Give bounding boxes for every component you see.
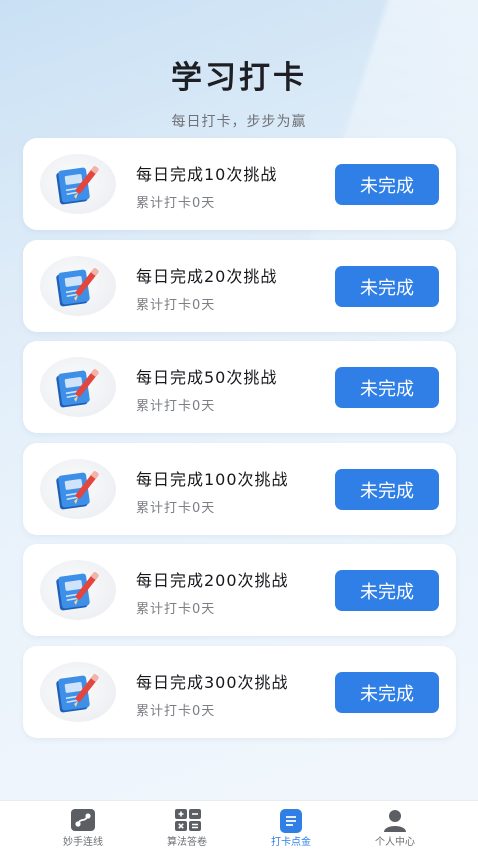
status-button[interactable]: 未完成 — [335, 266, 439, 307]
tab-checkin[interactable]: 打卡点金 — [241, 801, 341, 850]
challenge-card: 每日完成20次挑战累计打卡0天 未完成 — [23, 240, 456, 332]
tab-label: 个人中心 — [375, 837, 415, 848]
link-icon — [71, 809, 95, 835]
checkin-count: 累计打卡0天 — [136, 602, 216, 617]
notebook-icon — [40, 560, 116, 620]
checkin-count: 累计打卡0天 — [136, 501, 216, 516]
challenge-card: 每日完成50次挑战累计打卡0天 未完成 — [23, 341, 456, 433]
notebook-icon — [40, 662, 116, 722]
notebook-icon — [40, 256, 116, 316]
challenge-title: 每日完成20次挑战 — [136, 267, 278, 286]
challenge-title: 每日完成100次挑战 — [136, 470, 289, 489]
tab-algorithm-quiz[interactable]: 算法答卷 — [137, 801, 237, 850]
tab-label: 妙手连线 — [63, 837, 103, 848]
challenge-title: 每日完成200次挑战 — [136, 571, 289, 590]
tab-link-game[interactable]: 妙手连线 — [33, 801, 133, 850]
notebook-icon — [40, 154, 116, 214]
calculator-icon — [175, 809, 201, 835]
challenge-title: 每日完成10次挑战 — [136, 165, 278, 184]
checkin-count: 累计打卡0天 — [136, 298, 216, 313]
tab-label: 打卡点金 — [271, 837, 311, 848]
checkin-count: 累计打卡0天 — [136, 196, 216, 211]
status-button[interactable]: 未完成 — [335, 469, 439, 510]
page-title: 学习打卡 — [171, 60, 307, 96]
checkin-count: 累计打卡0天 — [136, 704, 216, 719]
page-header: 学习打卡 每日打卡，步步为赢 — [0, 52, 478, 131]
challenge-card: 每日完成200次挑战累计打卡0天 未完成 — [23, 544, 456, 636]
status-button[interactable]: 未完成 — [335, 570, 439, 611]
challenge-card: 每日完成100次挑战累计打卡0天 未完成 — [23, 443, 456, 535]
status-button[interactable]: 未完成 — [335, 367, 439, 408]
status-button[interactable]: 未完成 — [335, 164, 439, 205]
challenge-card: 每日完成10次挑战累计打卡0天 未完成 — [23, 138, 456, 230]
status-button[interactable]: 未完成 — [335, 672, 439, 713]
checkin-count: 累计打卡0天 — [136, 399, 216, 414]
tab-label: 算法答卷 — [167, 837, 207, 848]
page-subtitle: 每日打卡，步步为赢 — [171, 114, 307, 130]
challenge-title: 每日完成300次挑战 — [136, 673, 289, 692]
bottom-tab-bar: 妙手连线 算法答卷 打卡点金 个人中心 — [0, 800, 478, 850]
notebook-icon — [40, 357, 116, 417]
challenge-title: 每日完成50次挑战 — [136, 368, 278, 387]
tab-profile[interactable]: 个人中心 — [345, 801, 445, 850]
notebook-icon — [40, 459, 116, 519]
challenge-card: 每日完成300次挑战累计打卡0天 未完成 — [23, 646, 456, 738]
